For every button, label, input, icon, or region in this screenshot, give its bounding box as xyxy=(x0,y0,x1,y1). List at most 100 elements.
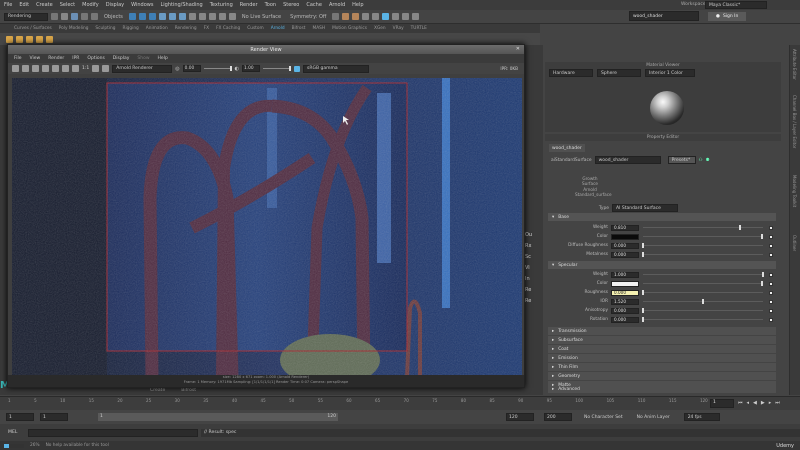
slider-knob[interactable] xyxy=(642,243,644,248)
render-view-icon[interactable] xyxy=(382,13,390,20)
area-light-icon[interactable] xyxy=(26,35,33,43)
symmetry-status[interactable]: Symmetry: Off xyxy=(287,14,329,20)
attr-slider[interactable] xyxy=(642,252,763,257)
ipr-render-icon[interactable] xyxy=(352,13,360,20)
side-tab-modeling-toolkit[interactable]: Modeling Toolkit xyxy=(792,175,797,207)
redo-icon[interactable] xyxy=(91,13,98,20)
attr-field[interactable]: 1.000 xyxy=(611,271,639,278)
arnold-light-icon[interactable] xyxy=(16,35,23,43)
live-surface[interactable]: No Live Surface xyxy=(239,14,284,20)
rv-menu-help[interactable]: Help xyxy=(158,56,168,61)
shelf-tab[interactable]: Motion Graphics xyxy=(332,26,367,31)
section-emission[interactable]: ▸ Emission xyxy=(548,354,776,362)
time-slider[interactable]: 1 5 10 15 20 25 30 35 40 45 50 55 60 65 … xyxy=(0,396,800,410)
attr-slider[interactable] xyxy=(643,234,763,239)
mv-renderer-select[interactable]: Hardware xyxy=(549,69,593,77)
exposure-field[interactable]: 0.00 xyxy=(182,65,201,72)
lower-tab-bifrost[interactable]: Bifrost xyxy=(181,388,196,393)
snap-grid-icon[interactable] xyxy=(188,13,196,20)
menu-display[interactable]: Display xyxy=(106,2,124,8)
presets-button[interactable]: Presets* xyxy=(667,156,696,164)
slider-knob[interactable] xyxy=(642,317,644,322)
side-tab-attribute-editor[interactable]: Attribute Editor xyxy=(792,49,797,80)
rgb-channels-icon[interactable] xyxy=(62,65,69,72)
render-frame-icon[interactable] xyxy=(342,13,350,20)
keep-image-icon[interactable] xyxy=(102,65,110,72)
object-name-field[interactable]: wood_shader xyxy=(629,11,699,21)
attr-slider[interactable] xyxy=(643,281,763,286)
alpha-channel-icon[interactable] xyxy=(72,65,79,72)
render-image-viewport[interactable] xyxy=(12,78,522,377)
attr-field[interactable]: 1.520 xyxy=(611,298,639,305)
object-details-icon[interactable] xyxy=(412,13,420,20)
snapshot-icon[interactable] xyxy=(52,65,59,72)
renderer-select[interactable]: Arnold Renderer xyxy=(112,64,173,73)
character-set[interactable]: No Character Set xyxy=(584,415,623,420)
slider-knob[interactable] xyxy=(642,290,644,295)
shelf-tab[interactable]: Custom xyxy=(247,26,263,31)
mv-shape-select[interactable]: Sphere xyxy=(597,69,641,77)
sculpt-icon[interactable] xyxy=(402,13,410,20)
node-name-field[interactable]: wood_shader xyxy=(594,156,661,164)
section-specular[interactable]: ▾ Specular xyxy=(548,261,776,269)
rv-menu-render[interactable]: Render xyxy=(48,56,64,61)
menu-edit[interactable]: Edit xyxy=(19,2,29,8)
section-transmission[interactable]: ▸ Transmission xyxy=(548,327,776,335)
attr-slider[interactable] xyxy=(642,243,763,248)
attr-slider[interactable] xyxy=(643,299,763,304)
mv-light-select[interactable]: Interior 1 Color xyxy=(645,69,695,77)
zoom-ratio[interactable]: 1:1 xyxy=(82,66,89,71)
undo-icon[interactable] xyxy=(81,13,88,20)
rv-menu-display[interactable]: Display xyxy=(113,56,130,61)
go-to-end-icon[interactable]: ⏭ xyxy=(775,400,780,406)
section-thin-film[interactable]: ▸ Thin Film xyxy=(548,363,776,371)
attr-base-weight-field[interactable]: 0.810 xyxy=(611,224,639,231)
gamma-slider[interactable] xyxy=(263,66,291,71)
ipr-icon[interactable] xyxy=(22,65,29,72)
menu-toon[interactable]: Toon xyxy=(265,2,277,8)
exposure-slider[interactable] xyxy=(203,66,232,71)
sign-in-button[interactable]: ● Sign In xyxy=(708,12,747,21)
shelf-tab[interactable]: Animation xyxy=(146,26,168,31)
menu-cache[interactable]: Cache xyxy=(306,2,322,8)
rv-menu-view[interactable]: View xyxy=(30,56,41,61)
shelf-tab[interactable]: Curves / Surfaces xyxy=(14,26,52,31)
section-base[interactable]: ▾ Base xyxy=(548,213,776,221)
hide-icon[interactable]: ⚉ xyxy=(706,158,710,163)
open-scene-icon[interactable] xyxy=(61,13,68,20)
map-button-icon[interactable] xyxy=(769,234,773,239)
section-advanced[interactable]: ▸ Advanced xyxy=(548,386,776,393)
anim-layer[interactable]: No Anim Layer xyxy=(637,415,670,420)
skydome-light-icon[interactable] xyxy=(46,35,53,43)
play-forward-icon[interactable]: ▶ xyxy=(761,400,765,406)
attr-slider[interactable] xyxy=(642,290,763,295)
refresh-icon[interactable] xyxy=(32,65,39,72)
vertex-select-icon[interactable] xyxy=(158,13,166,20)
start-frame-field[interactable]: 1 xyxy=(6,413,34,421)
attr-slider[interactable] xyxy=(642,317,763,322)
slider-knob[interactable] xyxy=(739,225,742,230)
menu-file[interactable]: File xyxy=(4,2,12,8)
color-management-icon[interactable] xyxy=(294,65,300,72)
rv-menu-show[interactable]: Show xyxy=(137,56,149,61)
mel-label[interactable]: MEL xyxy=(8,430,28,435)
shelf-tab[interactable]: Bifrost xyxy=(292,26,306,31)
workspace-select[interactable]: Maya Classic* xyxy=(705,1,767,9)
rv-menu-ipr[interactable]: IPR xyxy=(72,56,79,61)
shelf-tab[interactable]: Rendering xyxy=(175,26,197,31)
attr-slider[interactable] xyxy=(643,272,764,277)
menu-render[interactable]: Render xyxy=(240,2,258,8)
snap-view-icon[interactable] xyxy=(218,13,226,20)
snap-point-icon[interactable] xyxy=(208,13,216,20)
shelf-tab[interactable]: FX xyxy=(204,26,209,31)
snap-curve-icon[interactable] xyxy=(198,13,206,20)
map-button-icon[interactable] xyxy=(769,252,773,257)
menu-create[interactable]: Create xyxy=(36,2,53,8)
mel-input[interactable] xyxy=(28,428,198,437)
mesh-light-icon[interactable] xyxy=(36,35,43,43)
menu-windows[interactable]: Windows xyxy=(131,2,153,8)
menu-arnold[interactable]: Arnold xyxy=(329,2,345,8)
lower-tab-create[interactable]: Create xyxy=(150,388,165,393)
side-tab-channel-box[interactable]: Channel Box / Layer Editor xyxy=(792,95,797,148)
shelf-tab-arnold[interactable]: Arnold xyxy=(271,26,285,31)
